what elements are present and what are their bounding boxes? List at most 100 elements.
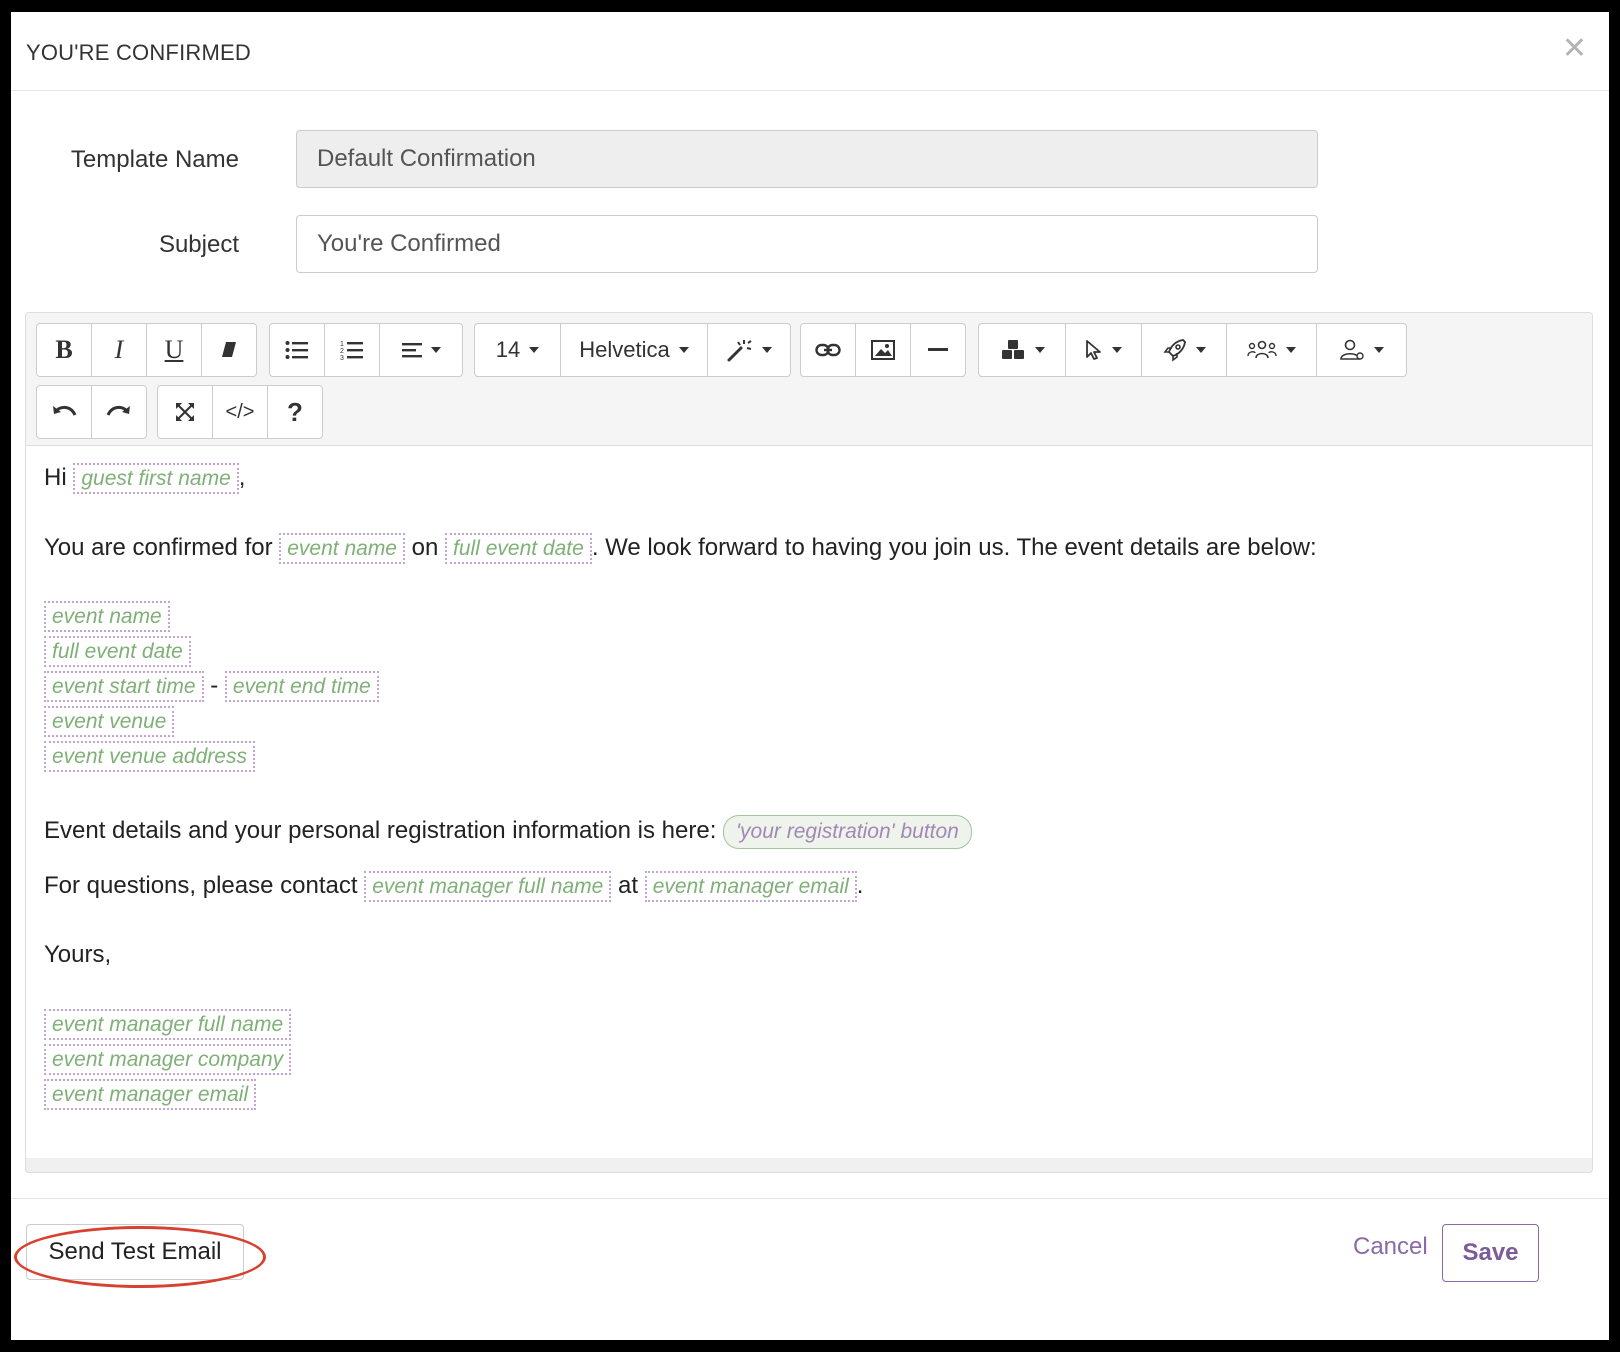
- numbered-list-icon: 123: [340, 341, 363, 361]
- email-template-modal: YOU'RE CONFIRMED ✕ Template Name Subject…: [11, 12, 1609, 1340]
- rocket-icon: [1162, 339, 1186, 362]
- merge-tag-event-manager-company[interactable]: event manager company: [44, 1044, 292, 1075]
- attendees-dropdown[interactable]: [1226, 323, 1317, 377]
- redo-icon: [106, 406, 130, 416]
- chevron-down-icon: [1374, 347, 1384, 353]
- editor-toolbar: B I U 123 14 Helvetica </> ?: [26, 313, 1592, 446]
- close-icon[interactable]: ✕: [1562, 34, 1587, 64]
- details-line-venue-address: event venue address: [44, 741, 255, 772]
- cancel-button[interactable]: Cancel: [1353, 1233, 1428, 1261]
- merge-tag-event-name[interactable]: event name: [44, 601, 170, 632]
- components-dropdown[interactable]: [978, 323, 1066, 377]
- merge-tag-event-venue-address[interactable]: event venue address: [44, 741, 255, 772]
- font-group: 14 Helvetica: [474, 323, 791, 377]
- registration-line: Event details and your personal registra…: [44, 815, 972, 849]
- closing-line: Yours,: [44, 941, 111, 969]
- template-name-input[interactable]: [296, 130, 1318, 188]
- merge-tag-registration-button[interactable]: 'your registration' button: [723, 815, 972, 849]
- save-button[interactable]: Save: [1442, 1224, 1539, 1282]
- chevron-down-icon: [529, 347, 540, 353]
- cursor-icon: [1086, 340, 1101, 360]
- questions-text-2: at: [618, 872, 639, 899]
- align-dropdown[interactable]: [379, 323, 463, 377]
- view-group: </> ?: [157, 385, 323, 439]
- users-group-icon: [1247, 340, 1277, 359]
- ordered-list-button[interactable]: 123: [324, 323, 380, 377]
- merge-tag-event-manager-full-name[interactable]: event manager full name: [44, 1009, 292, 1040]
- launch-dropdown[interactable]: [1141, 323, 1227, 377]
- greeting-comma: ,: [238, 464, 246, 491]
- redo-button[interactable]: [91, 385, 147, 439]
- style-dropdown[interactable]: [707, 323, 791, 377]
- greeting-text: Hi: [44, 464, 67, 491]
- fullscreen-button[interactable]: [157, 385, 213, 439]
- merge-tag-event-manager-email[interactable]: event manager email: [44, 1079, 257, 1110]
- font-style-group: B I U: [36, 323, 257, 377]
- chevron-down-icon: [1034, 347, 1045, 353]
- send-test-email-button[interactable]: Send Test Email: [26, 1224, 244, 1280]
- signature-line-email: event manager email: [44, 1079, 257, 1110]
- image-button[interactable]: [855, 323, 911, 377]
- underline-button[interactable]: U: [146, 323, 202, 377]
- registration-text: Event details and your personal registra…: [44, 817, 717, 844]
- merge-tag-event-venue[interactable]: event venue: [44, 706, 175, 737]
- horizontal-rule-button[interactable]: [910, 323, 966, 377]
- editor-resize-bar[interactable]: [25, 1158, 1593, 1173]
- chevron-down-icon: [1112, 347, 1122, 353]
- merge-tag-full-event-date[interactable]: full event date: [445, 533, 592, 564]
- merge-tag-event-start-time[interactable]: event start time: [44, 671, 204, 702]
- subject-row: Subject: [11, 215, 1609, 275]
- chevron-down-icon: [430, 347, 441, 353]
- insert-group: [800, 323, 966, 377]
- eraser-icon: [222, 342, 236, 357]
- font-size-dropdown[interactable]: 14: [474, 323, 561, 377]
- eraser-button[interactable]: [201, 323, 257, 377]
- questions-line: For questions, please contact event mana…: [44, 871, 863, 902]
- svg-text:1: 1: [340, 341, 344, 348]
- code-view-button[interactable]: </>: [212, 385, 268, 439]
- fullscreen-icon: [176, 403, 194, 421]
- history-group: [36, 385, 147, 439]
- cursor-dropdown[interactable]: [1065, 323, 1142, 377]
- details-line-date: full event date: [44, 636, 191, 667]
- questions-text-1: For questions, please contact: [44, 872, 358, 899]
- bold-button[interactable]: B: [36, 323, 92, 377]
- subject-input[interactable]: [296, 215, 1318, 273]
- signature-line-name: event manager full name: [44, 1009, 292, 1040]
- template-name-label: Template Name: [70, 146, 239, 173]
- font-size-value: 14: [495, 337, 521, 362]
- modal-footer: Send Test Email Cancel Save: [11, 1198, 1609, 1341]
- undo-button[interactable]: [36, 385, 92, 439]
- template-name-row: Template Name: [11, 130, 1609, 190]
- minus-icon: [928, 348, 948, 351]
- merge-tag-event-end-time[interactable]: event end time: [224, 671, 379, 702]
- confirmation-line: You are confirmed for event name on full…: [44, 533, 1317, 564]
- subject-label: Subject: [158, 231, 239, 258]
- signature-line-company: event manager company: [44, 1044, 292, 1075]
- font-family-dropdown[interactable]: Helvetica: [560, 323, 708, 377]
- chevron-down-icon: [1286, 347, 1296, 353]
- align-left-icon: [401, 343, 422, 358]
- help-button[interactable]: ?: [267, 385, 323, 439]
- italic-button[interactable]: I: [91, 323, 147, 377]
- closing-text: Yours,: [44, 941, 112, 968]
- undo-icon: [53, 406, 77, 416]
- bullet-list-icon: [285, 341, 308, 359]
- merge-tag-event-manager-full-name[interactable]: event manager full name: [364, 871, 612, 902]
- confirm-text-2: on: [411, 534, 439, 561]
- confirm-text-3: . We look forward to having you join us.…: [591, 534, 1317, 561]
- modal-header: YOU'RE CONFIRMED ✕: [11, 12, 1609, 91]
- greeting-line: Hi guest first name,: [44, 463, 245, 494]
- paragraph-group: 123: [269, 323, 463, 377]
- merge-tag-event-manager-email[interactable]: event manager email: [644, 871, 857, 902]
- magic-wand-icon: [727, 340, 752, 362]
- link-button[interactable]: [800, 323, 856, 377]
- rich-text-editor: B I U 123 14 Helvetica </> ? Hi guest fi…: [25, 312, 1593, 1173]
- unordered-list-button[interactable]: [269, 323, 325, 377]
- user-dropdown[interactable]: [1316, 323, 1407, 377]
- merge-tag-event-name[interactable]: event name: [279, 533, 405, 564]
- confirm-text-1: You are confirmed for: [44, 534, 273, 561]
- merge-tag-guest-first-name[interactable]: guest first name: [73, 463, 239, 494]
- merge-tag-full-event-date[interactable]: full event date: [44, 636, 191, 667]
- modal-title: YOU'RE CONFIRMED: [26, 40, 251, 65]
